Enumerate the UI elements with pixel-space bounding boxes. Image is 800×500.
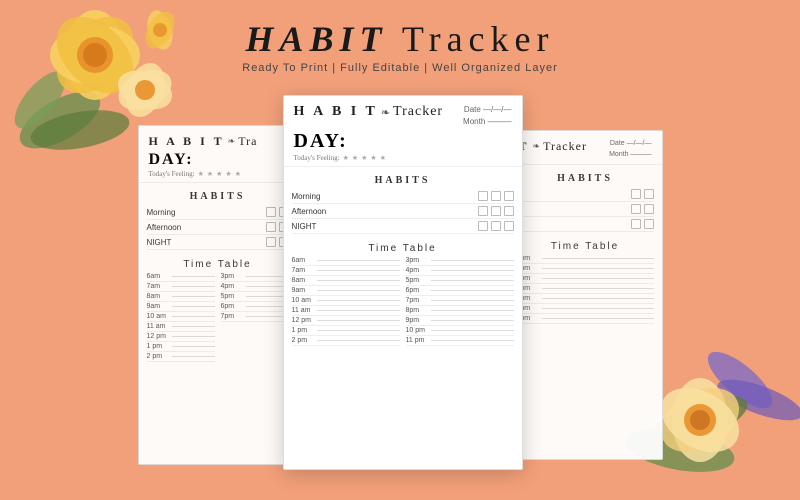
right-habit-1 [517, 187, 654, 202]
left-heart-icon: ❧ [228, 136, 236, 147]
center-timetable-title: Time Table [292, 243, 514, 254]
center-habits-section: HABITS Morning Afternoon NIGHT [284, 167, 522, 238]
left-habit-afternoon: Afternoon [147, 220, 289, 235]
center-habit-morning-label: Morning [292, 192, 342, 201]
right-date-line: Date —/—/— [609, 139, 651, 150]
right-timetable-title: Time Table [517, 241, 654, 252]
left-tracker-label: Tra [238, 134, 257, 149]
center-card: H A B I T ❧ Tracker Date —/—/— Month ———… [283, 95, 523, 470]
left-card: H A B I T ❧ Tra DAY: Today's Feeling: ★★… [138, 125, 298, 465]
left-time-grid: 6am 7am 8am 9am 10 am 11 am 12 pm 1 pm 2… [147, 272, 289, 362]
left-habit-night-label: NIGHT [147, 238, 197, 247]
title-light: Tracker [388, 19, 555, 59]
right-month-line: Month ——— [609, 150, 651, 161]
right-habit-2 [517, 202, 654, 217]
cards-container: H A B I T ❧ Tra DAY: Today's Feeling: ★★… [50, 95, 750, 480]
left-card-header: H A B I T ❧ Tra DAY: Today's Feeling: ★★… [139, 126, 297, 183]
right-timetable: Time Table 3pm 4pm 5pm 6pm 7pm 8pm 9pm [509, 236, 662, 326]
center-habit-afternoon-label: Afternoon [292, 207, 342, 216]
center-habits-title: HABITS [292, 175, 514, 186]
center-habit-night-label: NIGHT [292, 222, 342, 231]
left-habit-morning: Morning [147, 205, 289, 220]
right-habit-3 [517, 217, 654, 232]
right-card-header: T ❧ Tracker Date —/—/— Month ——— [509, 131, 662, 165]
right-tracker-label: Tracker [543, 139, 587, 154]
center-date-area: Date —/—/— Month ——— [463, 104, 511, 128]
center-timetable: Time Table 6am 7am 8am 9am 10 am 11 am 1… [284, 238, 522, 348]
left-habits-title: HABITS [147, 191, 289, 202]
left-timetable: Time Table 6am 7am 8am 9am 10 am 11 am 1… [139, 254, 297, 364]
left-habit-night: NIGHT [147, 235, 289, 250]
title-bold: HABIT [245, 19, 387, 59]
right-habits-section: HABITS [509, 165, 662, 236]
title-area: HABIT Tracker Ready To Print | Fully Edi… [0, 18, 800, 74]
subtitle: Ready To Print | Fully Editable | Well O… [0, 62, 800, 74]
right-card: T ❧ Tracker Date —/—/— Month ——— HABITS [508, 130, 663, 460]
center-tracker-label: Tracker [393, 104, 443, 120]
center-date-line: Date —/—/— [463, 104, 511, 116]
left-day-label: DAY: [149, 151, 287, 169]
center-habit-morning: Morning [292, 189, 514, 204]
left-habit-label: H A B I T [149, 134, 225, 149]
left-habits-section: HABITS Morning Afternoon NIGHT [139, 183, 297, 254]
left-habit-afternoon-label: Afternoon [147, 223, 197, 232]
center-day-label: DAY: [294, 130, 512, 153]
center-month-line: Month ——— [463, 116, 511, 128]
center-habit-label: H A B I T [294, 104, 378, 120]
left-feeling-label: Today's Feeling: [149, 170, 195, 178]
center-heart-icon: ❧ [381, 106, 390, 119]
right-heart-icon: ❧ [533, 141, 541, 152]
center-card-header: H A B I T ❧ Tracker Date —/—/— Month ———… [284, 96, 522, 167]
main-title: HABIT Tracker [0, 18, 800, 60]
right-date-area: Date —/—/— Month ——— [609, 139, 651, 160]
center-time-grid: 6am 7am 8am 9am 10 am 11 am 12 pm 1 pm 2… [292, 256, 514, 346]
center-habit-night: NIGHT [292, 219, 514, 234]
right-habits-title: HABITS [517, 173, 654, 184]
right-time-list: 3pm 4pm 5pm 6pm 7pm 8pm 9pm [517, 254, 654, 324]
left-habit-morning-label: Morning [147, 208, 197, 217]
left-timetable-title: Time Table [147, 259, 289, 270]
center-feeling-label: Today's Feeling: [294, 154, 340, 162]
center-habit-afternoon: Afternoon [292, 204, 514, 219]
